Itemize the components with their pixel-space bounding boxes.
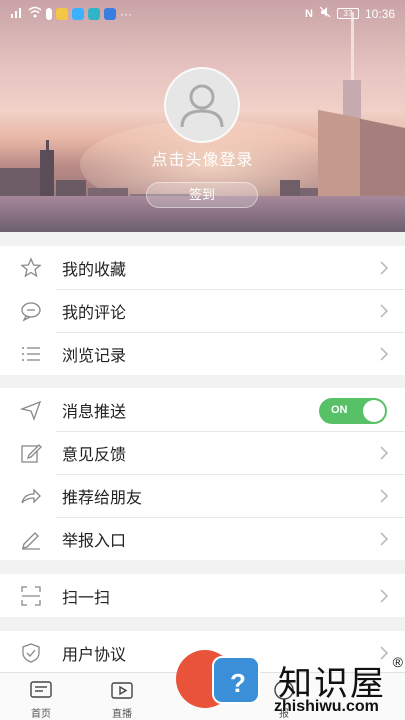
sim-icon	[46, 7, 52, 20]
shield-icon	[22, 643, 40, 663]
tab-home[interactable]: 首页	[11, 673, 71, 720]
toggle-knob	[363, 400, 385, 422]
browser-notification-icon	[88, 7, 100, 20]
menu-item-push: 消息推送 ON	[0, 388, 405, 431]
menu-item-label: 意见反馈	[62, 446, 127, 464]
menu-item-label: 浏览记录	[62, 347, 127, 365]
tab-label: 首页	[31, 709, 51, 720]
edit-icon	[21, 444, 42, 463]
chat-notification-icon	[72, 7, 84, 20]
app-notification-icon	[56, 7, 68, 20]
chevron-right-icon	[380, 261, 389, 275]
chevron-right-icon	[380, 304, 389, 318]
menu-item-report[interactable]: 举报入口	[0, 517, 405, 560]
status-bar: ··· N 37 10:36	[0, 0, 405, 28]
tab-live[interactable]: 直播	[92, 673, 152, 720]
heart-notification-icon	[104, 7, 116, 20]
send-icon	[20, 400, 42, 421]
news-icon	[30, 681, 52, 698]
menu-item-favorites[interactable]: 我的收藏	[0, 246, 405, 289]
login-prompt[interactable]: 点击头像登录	[0, 146, 405, 170]
mute-icon	[319, 6, 331, 21]
list-icon	[22, 347, 40, 361]
comment-icon	[21, 302, 41, 322]
menu-item-label: 扫一扫	[62, 589, 111, 607]
tab-label: 直播	[112, 709, 132, 720]
battery-icon: 37	[336, 8, 359, 19]
menu-item-label: 消息推送	[62, 403, 127, 421]
chevron-right-icon	[380, 532, 389, 546]
menu-item-history[interactable]: 浏览记录	[0, 332, 405, 375]
push-toggle[interactable]: ON	[319, 398, 387, 424]
clock: 10:36	[364, 6, 395, 21]
menu-item-feedback[interactable]: 意见反馈	[0, 431, 405, 474]
menu-item-comments[interactable]: 我的评论	[0, 289, 405, 332]
signal-icon	[10, 6, 24, 21]
live-icon	[111, 682, 133, 699]
chevron-right-icon	[380, 347, 389, 361]
menu-group-settings: 消息推送 ON 意见反馈 推荐给朋友 举报入口	[0, 388, 405, 560]
menu-item-label: 我的收藏	[62, 261, 127, 279]
chevron-right-icon	[380, 446, 389, 460]
menu-item-label: 用户协议	[62, 646, 127, 664]
chevron-right-icon	[380, 489, 389, 503]
menu-item-label: 举报入口	[62, 532, 127, 550]
menu-group-scan: 扫一扫	[0, 574, 405, 617]
pencil-icon	[22, 532, 40, 550]
watermark: ? 知识屋 ® zhishiwu.com	[170, 650, 405, 720]
watermark-domain: zhishiwu.com	[274, 698, 379, 715]
user-avatar-icon	[180, 84, 224, 128]
menu-item-label: 推荐给朋友	[62, 489, 143, 507]
more-notifications-icon: ···	[120, 6, 132, 21]
share-icon	[21, 488, 41, 504]
signin-button[interactable]: 签到	[146, 182, 258, 208]
registered-mark: ®	[392, 654, 403, 670]
menu-group-personal: 我的收藏 我的评论 浏览记录	[0, 246, 405, 375]
scan-icon	[21, 586, 41, 606]
menu-item-label: 我的评论	[62, 304, 127, 322]
profile-header: ··· N 37 10:36 点击头像登录 签到	[0, 0, 405, 232]
chevron-right-icon	[380, 589, 389, 603]
menu-item-recommend[interactable]: 推荐给朋友	[0, 474, 405, 517]
question-mark: ?	[230, 668, 246, 698]
avatar[interactable]	[164, 67, 240, 143]
toggle-state-label: ON	[331, 404, 348, 416]
wifi-icon	[28, 6, 42, 21]
star-icon	[20, 257, 42, 278]
nfc-icon: N	[305, 7, 313, 20]
menu-item-scan[interactable]: 扫一扫	[0, 574, 405, 617]
